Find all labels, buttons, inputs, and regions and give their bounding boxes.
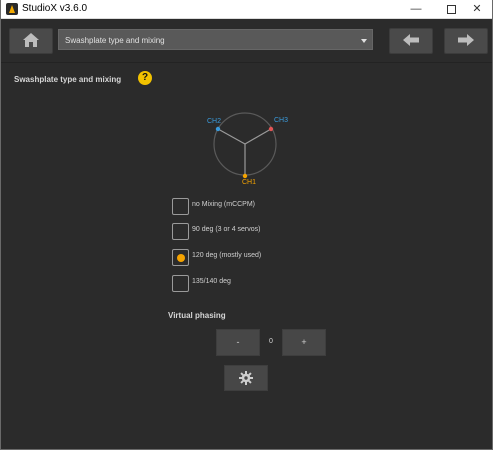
title-bar: StudioX v3.6.0 — ✕ xyxy=(1,0,492,19)
ch3-label: CH3 xyxy=(274,117,289,124)
help-icon[interactable]: ? xyxy=(138,71,152,85)
page-selector[interactable]: Swashplate type and mixing xyxy=(58,29,373,50)
phasing-increase-button[interactable]: + xyxy=(282,329,326,356)
radio-no-mixing[interactable] xyxy=(172,198,189,215)
radio-label: no Mixing (mCCPM) xyxy=(192,201,256,208)
radio-label: 90 deg (3 or 4 servos) xyxy=(192,226,261,233)
back-button[interactable] xyxy=(389,28,433,54)
ch1-point xyxy=(242,173,248,179)
radio-selected-dot xyxy=(177,254,185,262)
ch2-label: CH2 xyxy=(207,118,222,125)
ch1-label: CH1 xyxy=(242,179,257,186)
radio-90-deg[interactable] xyxy=(172,223,189,240)
home-icon xyxy=(23,33,39,47)
page-selector-value: Swashplate type and mixing xyxy=(65,36,165,45)
ch3-point xyxy=(268,126,274,132)
toolbar: Swashplate type and mixing xyxy=(1,19,492,63)
radio-label: 120 deg (mostly used) xyxy=(192,252,262,259)
phasing-decrease-button[interactable]: - xyxy=(216,329,260,356)
settings-button[interactable] xyxy=(224,365,268,391)
gear-icon xyxy=(239,371,253,385)
close-button[interactable]: ✕ xyxy=(462,0,492,18)
arrow-right-icon xyxy=(458,34,474,46)
window-title: StudioX v3.6.0 xyxy=(22,3,88,14)
radio-135-140-deg[interactable] xyxy=(172,275,189,292)
radio-label: 135/140 deg xyxy=(192,278,231,285)
minimize-button[interactable]: — xyxy=(401,0,431,18)
chevron-down-icon xyxy=(361,39,367,43)
arrow-left-icon xyxy=(403,34,419,46)
section-title: Swashplate type and mixing xyxy=(14,75,122,84)
ch2-point xyxy=(215,126,221,132)
app-window: StudioX v3.6.0 — ✕ Swashplate type and m… xyxy=(0,0,493,450)
virtual-phasing-title: Virtual phasing xyxy=(168,311,226,320)
forward-button[interactable] xyxy=(444,28,488,54)
swashplate-diagram: CH2 CH3 CH1 xyxy=(201,110,291,195)
maximize-icon xyxy=(446,4,456,14)
home-button[interactable] xyxy=(9,28,53,54)
radio-120-deg[interactable] xyxy=(172,249,189,266)
app-logo-icon xyxy=(6,3,18,15)
phasing-value: 0 xyxy=(269,338,273,345)
